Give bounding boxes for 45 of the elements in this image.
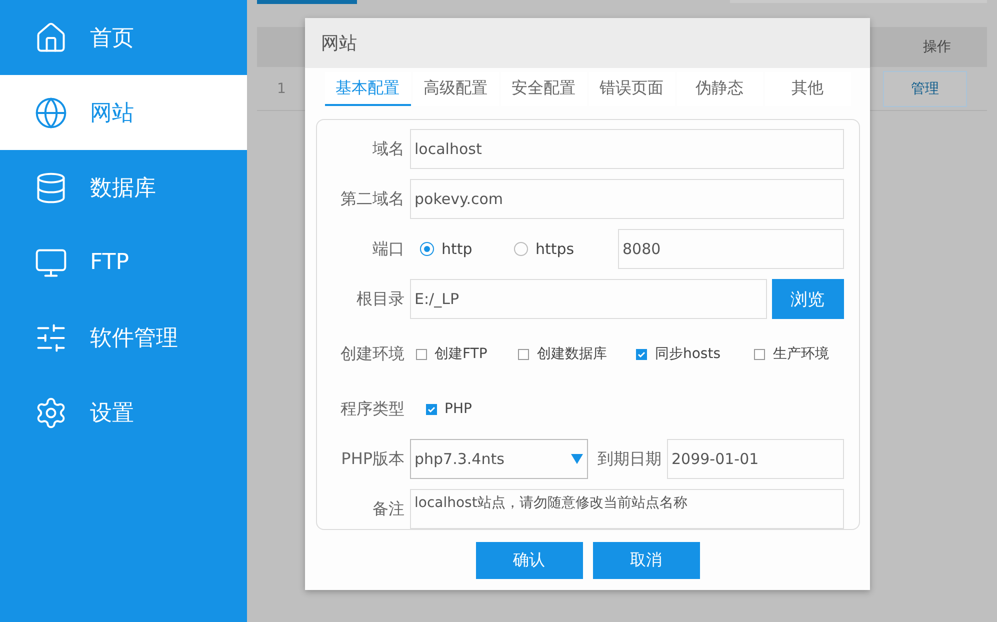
dialog-title: 网站 [305, 18, 870, 68]
field-label: PHP版本 [340, 448, 406, 470]
checkbox-label: 生产环境 [773, 345, 830, 364]
column-header: 操作 [922, 38, 952, 56]
field-label: 第二域名 [340, 188, 406, 210]
radio-button[interactable] [514, 242, 528, 256]
sidebar-item[interactable]: 网站 [0, 75, 247, 150]
checkbox-label: 创建数据库 [536, 345, 607, 364]
select-field[interactable]: php7.3.4nts [410, 439, 588, 479]
checkbox[interactable] [518, 348, 529, 360]
sidebar-item[interactable]: 首页 [0, 0, 247, 75]
row-index: 1 [276, 80, 286, 96]
radio-button[interactable] [420, 242, 434, 256]
field-label: 到期日期 [596, 448, 662, 470]
checkbox[interactable] [426, 404, 436, 415]
browse-button[interactable]: 浏览 [772, 279, 844, 319]
checkbox[interactable] [416, 348, 426, 360]
sidebar-item[interactable]: 设置 [0, 375, 247, 450]
dropdown-caret-icon [570, 453, 582, 465]
checkbox-label: PHP [444, 401, 472, 418]
input-field[interactable]: 8080 [618, 229, 844, 269]
field-label: 根目录 [356, 288, 406, 310]
field-label: 域名 [372, 138, 406, 160]
radio-label: http [442, 240, 472, 258]
field-label: 端口 [372, 238, 406, 260]
globe-icon [34, 96, 68, 130]
field-label: 程序类型 [340, 398, 406, 420]
input-field[interactable]: pokevy.com [410, 179, 844, 219]
checkbox[interactable] [636, 348, 647, 360]
checkbox-label: 创建FTP [434, 345, 488, 364]
manage-button[interactable]: 管理 [883, 70, 967, 106]
sidebar-item[interactable]: FTP [0, 225, 247, 300]
checkbox[interactable] [754, 348, 766, 360]
cancel-button[interactable]: 取消 [592, 542, 700, 579]
radio-label: https [536, 240, 574, 258]
field-label: 备注 [372, 498, 406, 520]
sidebar-item[interactable]: 数据库 [0, 150, 247, 225]
field-label: 创建环境 [340, 344, 406, 365]
input-field[interactable]: E:/_LP [410, 279, 766, 319]
input-field[interactable]: localhost [410, 129, 844, 169]
input-field[interactable]: 2099-01-01 [666, 439, 844, 479]
sidebar-item[interactable]: 软件管理 [0, 300, 247, 375]
confirm-button[interactable]: 确认 [476, 542, 582, 579]
note-field[interactable]: localhost站点，请勿随意修改当前站点名称 [410, 489, 844, 529]
checkbox-label: 同步hosts [654, 345, 720, 364]
